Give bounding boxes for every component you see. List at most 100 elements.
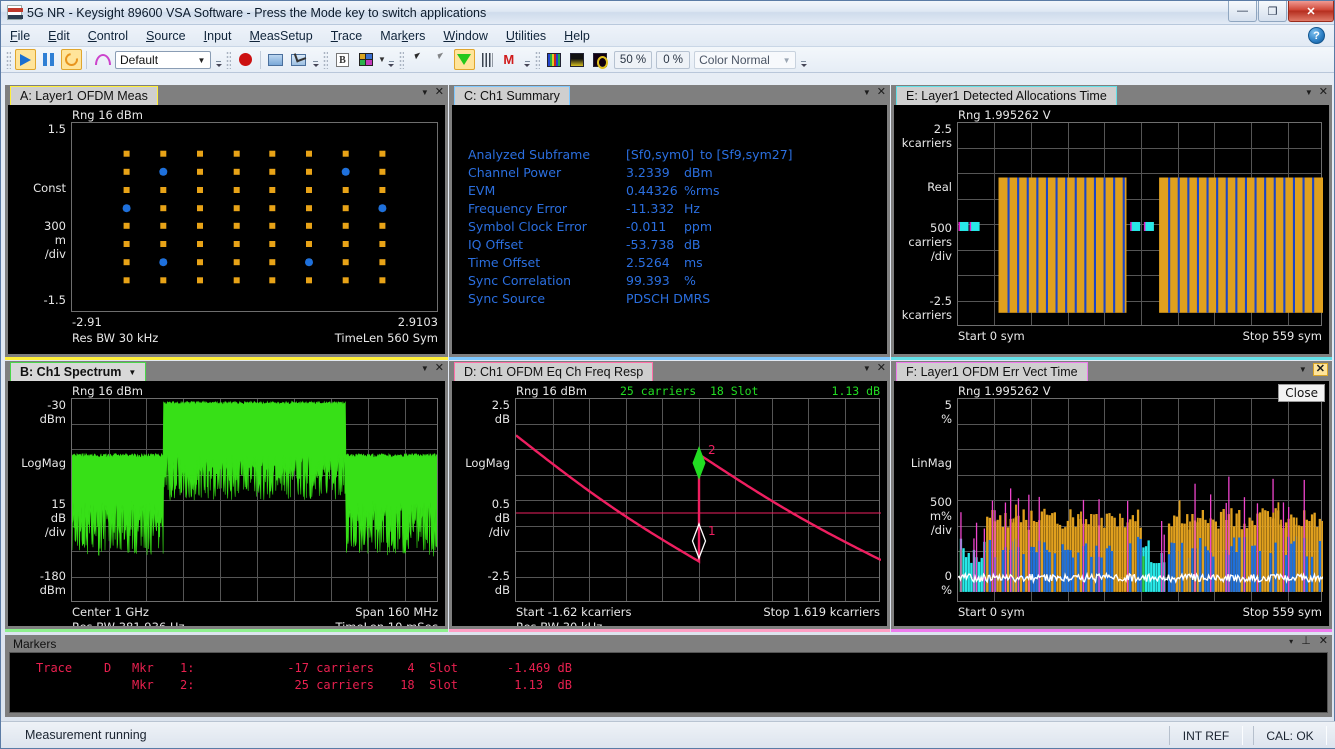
four-pane-grid-icon[interactable] [355, 49, 376, 70]
panel-a-plot[interactable]: Rng 16 dBm 1.5 Const 300 m /div -1.5 -2.… [8, 105, 445, 354]
menu-markers[interactable]: Markers [371, 27, 434, 45]
err-bar-pdsch [1103, 527, 1106, 592]
panel-f-menu-chevron-icon[interactable]: ▼ [1299, 364, 1307, 375]
screen-capture-icon[interactable] [265, 49, 286, 70]
menu-window[interactable]: Window [434, 27, 496, 45]
toolbar-overflow-3[interactable] [387, 51, 396, 69]
percent-field-1[interactable]: 50 % [613, 50, 653, 69]
panel-d-plot[interactable]: Rng 16 dBm 25 carriers 18 Slot 1.13 dB 2… [452, 381, 887, 626]
menu-help[interactable]: Help [555, 27, 599, 45]
menu-input[interactable]: Input [195, 27, 241, 45]
panel-b-menu-chevron-icon[interactable]: ▼ [421, 363, 429, 374]
waterfall-icon[interactable] [567, 49, 588, 70]
panel-c-summary-table[interactable]: Analyzed Subframe [Sf0,sym0] to [Sf9,sym27… [452, 105, 887, 354]
panel-f-plot[interactable]: Rng 1.995262 V 5 % LinMag 500 m% /div 0 … [894, 381, 1329, 626]
panel-d-tab[interactable]: D: Ch1 OFDM Eq Ch Freq Resp [454, 362, 654, 381]
panel-b-tab[interactable]: B: Ch1 Spectrum ▼ [10, 362, 147, 381]
panel-a-y-bottom: -1.5 [43, 293, 66, 307]
panel-d-close-icon[interactable]: ✕ [877, 363, 886, 374]
status-message: Measurement running [25, 728, 147, 742]
panel-b-accent-bar [5, 629, 448, 632]
maximize-button[interactable]: ❐ [1258, 1, 1287, 22]
panel-a-layer1-ofdm-meas[interactable]: A: Layer1 OFDM Meas ▼ ✕ Rng 16 dBm 1.5 C… [5, 85, 448, 360]
panel-f-tab[interactable]: F: Layer1 OFDM Err Vect Time [896, 362, 1088, 381]
menu-control[interactable]: Control [79, 27, 137, 45]
marker-m-icon[interactable]: M [500, 49, 521, 70]
panel-d-menu-chevron-icon[interactable]: ▼ [863, 363, 871, 374]
trace-b-icon[interactable]: B [332, 49, 353, 70]
pause-icon[interactable] [38, 49, 59, 70]
menu-edit[interactable]: Edit [39, 27, 79, 45]
panel-b-y-bottom-1: dBm [39, 583, 66, 597]
menu-file[interactable]: FFileile [1, 27, 39, 45]
vertical-bars-icon[interactable] [477, 49, 498, 70]
panel-f-header: F: Layer1 OFDM Err Vect Time ▼ ✕ [891, 361, 1332, 381]
panel-c-menu-chevron-icon[interactable]: ▼ [863, 87, 871, 98]
record-icon[interactable] [235, 49, 256, 70]
color-map-chevron-down-icon[interactable]: ▼ [780, 55, 793, 67]
menu-meassetup[interactable]: MeasSetup [240, 27, 321, 45]
toolbar-grip-5[interactable] [534, 50, 540, 69]
panel-d-x-start: Start -1.62 kcarriers [516, 605, 632, 619]
toolbar-grip-3[interactable] [323, 50, 328, 69]
panel-a-close-icon[interactable]: ✕ [435, 87, 444, 98]
panel-e-tab[interactable]: E: Layer1 Detected Allocations Time [896, 86, 1117, 105]
panel-f-err-vect-time[interactable]: F: Layer1 OFDM Err Vect Time ▼ ✕ Rng 1.9… [891, 361, 1332, 632]
toolbar-grip-4[interactable] [398, 50, 404, 69]
panel-e-plot[interactable]: Rng 1.995262 V 2.5 kcarriers Real 500 ca… [894, 105, 1329, 354]
panel-c-tab[interactable]: C: Ch1 Summary [454, 86, 570, 105]
screen-paste-icon[interactable] [288, 49, 309, 70]
panel-b-close-icon[interactable]: ✕ [435, 363, 444, 374]
constellation-point-qam [306, 187, 312, 193]
green-triangle-icon[interactable] [453, 49, 475, 70]
constellation-point-qam [342, 187, 349, 193]
percent-field-2[interactable]: 0 % [656, 50, 691, 69]
markers-readout[interactable]: Trace D Mkr 1: -17 carriers 4 Slot -1.469 dB Mk… [9, 652, 1328, 713]
toolbar-grip-2[interactable] [226, 50, 231, 69]
constellation-point-qam [123, 150, 130, 157]
color-map-combo[interactable]: Color Normal ▼ [694, 50, 797, 69]
panel-d-ofdm-eq-ch-freq-resp[interactable]: D: Ch1 OFDM Eq Ch Freq Resp ▼ ✕ Rng 16 d… [449, 361, 890, 632]
panel-a-menu-chevron-icon[interactable]: ▼ [421, 87, 429, 98]
waveform-icon[interactable] [91, 49, 112, 70]
menu-trace[interactable]: Trace [322, 27, 372, 45]
spectrogram-icon[interactable] [544, 49, 565, 70]
panel-a-tab[interactable]: A: Layer1 OFDM Meas [10, 86, 158, 105]
markers-close-icon[interactable]: ✕ [1319, 636, 1328, 647]
cde-icon[interactable] [590, 49, 611, 70]
minimize-button[interactable]: — [1228, 1, 1257, 22]
pointer-icon[interactable] [408, 49, 429, 70]
close-button[interactable]: ✕ [1288, 1, 1334, 22]
constellation-point-qam [233, 168, 240, 175]
toolbar-grip[interactable] [6, 50, 11, 69]
markers-menu-chevron-icon[interactable]: ▾ [1289, 636, 1293, 647]
panel-e-detected-allocations-time[interactable]: E: Layer1 Detected Allocations Time ▼ ✕ … [891, 85, 1332, 360]
menu-source[interactable]: Source [137, 27, 195, 45]
panel-c-close-icon[interactable]: ✕ [877, 87, 886, 98]
toolbar-overflow-2[interactable] [311, 51, 320, 69]
help-orb-icon[interactable]: ? [1308, 27, 1325, 44]
menu-utilities[interactable]: Utilities [497, 27, 555, 45]
panel-f-close-icon[interactable]: ✕ [1312, 363, 1328, 376]
toolbar-overflow-5[interactable] [799, 51, 808, 69]
panel-b-plot[interactable]: Rng 16 dBm -30 dBm LogMag 15 dB /div -18… [8, 381, 445, 626]
panel-b-ch1-spectrum[interactable]: B: Ch1 Spectrum ▼ ▼ ✕ Rng 16 dBm -30 dBm… [5, 361, 448, 632]
window-title: 5G NR - Keysight 89600 VSA Software - Pr… [27, 5, 487, 20]
panel-e-menu-chevron-icon[interactable]: ▼ [1305, 87, 1313, 98]
panel-c-ch1-summary[interactable]: C: Ch1 Summary ▼ ✕ Analyzed Subframe [Sf0… [449, 85, 890, 360]
four-pane-caret-icon[interactable]: ▼ [378, 55, 386, 64]
marker-pointer-icon[interactable] [431, 49, 452, 70]
panel-b-y-div-0: 15 [51, 497, 66, 511]
toolbar-overflow-1[interactable] [214, 51, 223, 69]
markers-dock[interactable]: Markers ▾ ⊥ ✕ Trace D Mkr 1: -17 carriers 4 S… [5, 635, 1332, 717]
preset-combo[interactable]: Default ▼ [115, 50, 211, 69]
restart-icon[interactable] [61, 49, 82, 70]
err-bar-dmrs [1053, 553, 1056, 592]
summary-row-label: Frequency Error [468, 201, 568, 216]
toolbar-overflow-4[interactable] [523, 51, 532, 69]
chevron-down-icon[interactable]: ▼ [195, 55, 208, 67]
panel-e-close-icon[interactable]: ✕ [1319, 87, 1328, 98]
panel-b-tab-chevron-down-icon[interactable]: ▼ [128, 368, 136, 377]
play-icon[interactable] [15, 49, 36, 70]
markers-pin-icon[interactable]: ⊥ [1301, 636, 1311, 647]
